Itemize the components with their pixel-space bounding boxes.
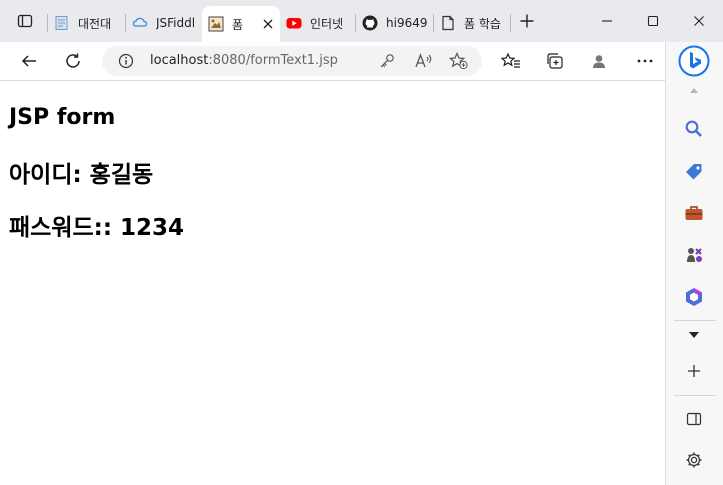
- browser-toolbar: localhost:8080/formText1.jsp: [0, 42, 665, 80]
- tab-label: JSFiddl: [156, 16, 196, 30]
- sidebar-divider: [674, 395, 716, 396]
- favorites-button[interactable]: [496, 46, 526, 76]
- image-icon: [208, 16, 224, 32]
- minimize-button[interactable]: [584, 7, 630, 35]
- tab-separator: [47, 14, 48, 32]
- hide-sidebar-icon[interactable]: [680, 405, 708, 433]
- tab-jsfiddle[interactable]: JSFiddl: [132, 10, 198, 36]
- edge-sidebar: [665, 42, 723, 485]
- close-window-button[interactable]: [676, 7, 722, 35]
- youtube-icon: [286, 15, 302, 31]
- tab-separator: [355, 14, 356, 32]
- key-icon[interactable]: [378, 52, 396, 74]
- page-heading: JSP form: [9, 105, 116, 130]
- tab-daejeon[interactable]: 대전대: [54, 10, 122, 36]
- profile-avatar[interactable]: [584, 46, 614, 76]
- tab-internet[interactable]: 인터넷: [286, 10, 352, 36]
- settings-gear-icon[interactable]: [680, 446, 708, 474]
- address-bar[interactable]: localhost:8080/formText1.jsp: [102, 46, 482, 76]
- tab-form-study[interactable]: 폼 학습: [440, 10, 508, 36]
- github-icon: [362, 15, 378, 31]
- tab-actions-icon[interactable]: [16, 12, 34, 30]
- scroll-down-icon[interactable]: [680, 321, 708, 349]
- tab-label: 대전대: [78, 16, 112, 31]
- maximize-button[interactable]: [630, 7, 676, 35]
- search-icon[interactable]: [680, 115, 708, 143]
- page-icon: [440, 15, 456, 31]
- games-icon[interactable]: [680, 241, 708, 269]
- collections-button[interactable]: [540, 46, 570, 76]
- tools-briefcase-icon[interactable]: [680, 199, 708, 227]
- tab-separator: [125, 14, 126, 32]
- document-icon: [54, 15, 70, 31]
- bing-chat-icon[interactable]: [678, 44, 710, 78]
- more-options-button[interactable]: [630, 46, 660, 76]
- info-icon[interactable]: [118, 53, 134, 73]
- tab-separator: [433, 14, 434, 32]
- tab-label: 폼: [232, 17, 244, 32]
- tab-form-active[interactable]: 폼: [202, 6, 280, 42]
- password-line: 패스워드:: 1234: [9, 215, 185, 241]
- address-url[interactable]: localhost:8080/formText1.jsp: [150, 53, 338, 68]
- close-tab-icon[interactable]: [262, 17, 274, 31]
- refresh-button[interactable]: [58, 46, 88, 76]
- back-button[interactable]: [14, 46, 44, 76]
- office-icon[interactable]: [680, 283, 708, 311]
- tab-bar: 대전대 JSFiddl 폼 인터넷 hi9649 폼 학습: [0, 0, 723, 42]
- tab-separator: [510, 14, 511, 32]
- new-tab-icon[interactable]: [518, 12, 536, 30]
- shopping-tag-icon[interactable]: [680, 158, 708, 186]
- add-sidebar-icon[interactable]: [680, 357, 708, 385]
- tab-label: hi9649: [386, 16, 428, 30]
- url-host: localhost: [150, 53, 209, 68]
- tab-label: 인터넷: [310, 16, 344, 31]
- web-page-content: JSP form 아이디: 홍길동 패스워드:: 1234: [0, 80, 665, 485]
- tab-github[interactable]: hi9649: [362, 10, 430, 36]
- scroll-up-icon[interactable]: [680, 80, 708, 100]
- url-path: :8080/formText1.jsp: [208, 53, 338, 68]
- jsfiddle-icon: [132, 15, 148, 31]
- id-line: 아이디: 홍길동: [9, 162, 154, 188]
- tab-label: 폼 학습: [464, 16, 501, 31]
- read-aloud-icon[interactable]: [414, 52, 434, 74]
- add-favorite-icon[interactable]: [448, 52, 469, 74]
